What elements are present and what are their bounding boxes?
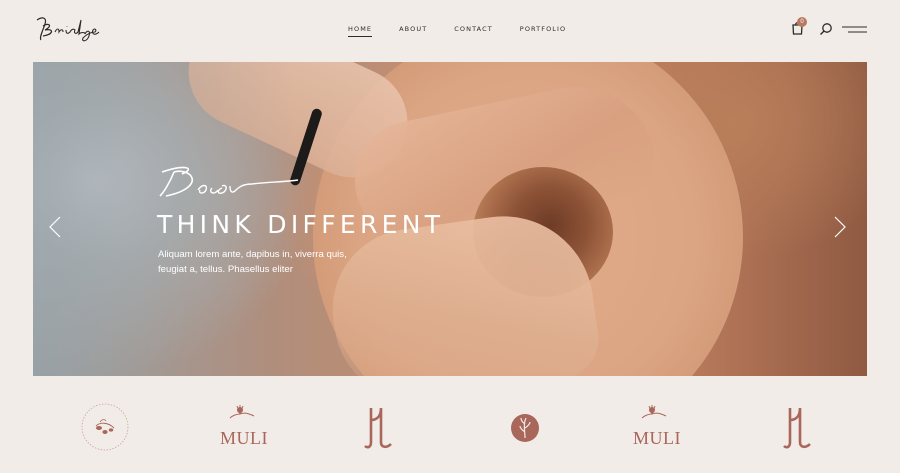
search-icon[interactable] — [819, 22, 833, 36]
linda-cloud-badge[interactable] — [490, 392, 560, 462]
cart-count-badge: 0 — [797, 17, 807, 27]
hero-text-line-2: feugiat a, tellus. Phasellus eliter — [158, 264, 293, 275]
nav-home[interactable]: HOME — [348, 25, 373, 37]
hero-title: THINK DIFFERENT — [157, 210, 445, 239]
hamburger-menu-icon[interactable] — [842, 25, 867, 35]
nav-about[interactable]: ABOUT — [399, 25, 427, 37]
muli-logo-1[interactable]: MULI — [220, 428, 268, 449]
nav-portfolio[interactable]: PORTFOLIO — [520, 25, 566, 37]
hero-description: Aliquam lorem ante, dapibus in, viverra … — [158, 247, 348, 277]
chevron-right-icon[interactable] — [833, 216, 847, 238]
chevron-left-icon[interactable] — [48, 216, 62, 238]
nav-contact[interactable]: CONTACT — [454, 25, 493, 37]
main-nav: HOME ABOUT CONTACT PORTFOLIO — [348, 25, 593, 37]
muli-logo-2[interactable]: MULI — [633, 428, 681, 449]
hero-script-title — [159, 166, 299, 197]
bridge-logo[interactable] — [33, 12, 128, 46]
hero-text-line-1: Aliquam lorem ante, dapibus in, viverra … — [158, 249, 347, 260]
circle-farm-logo[interactable] — [70, 392, 140, 462]
client-logos: MULI MULI — [0, 392, 900, 462]
muli-flower-icon — [229, 405, 255, 419]
muli-flower-icon — [641, 405, 667, 419]
jt-monogram-logo[interactable] — [345, 392, 415, 462]
header: HOME ABOUT CONTACT PORTFOLIO 0 — [0, 0, 900, 60]
jt-monogram-logo[interactable] — [764, 392, 834, 462]
hero-slider: THINK DIFFERENT Aliquam lorem ante, dapi… — [33, 62, 867, 376]
